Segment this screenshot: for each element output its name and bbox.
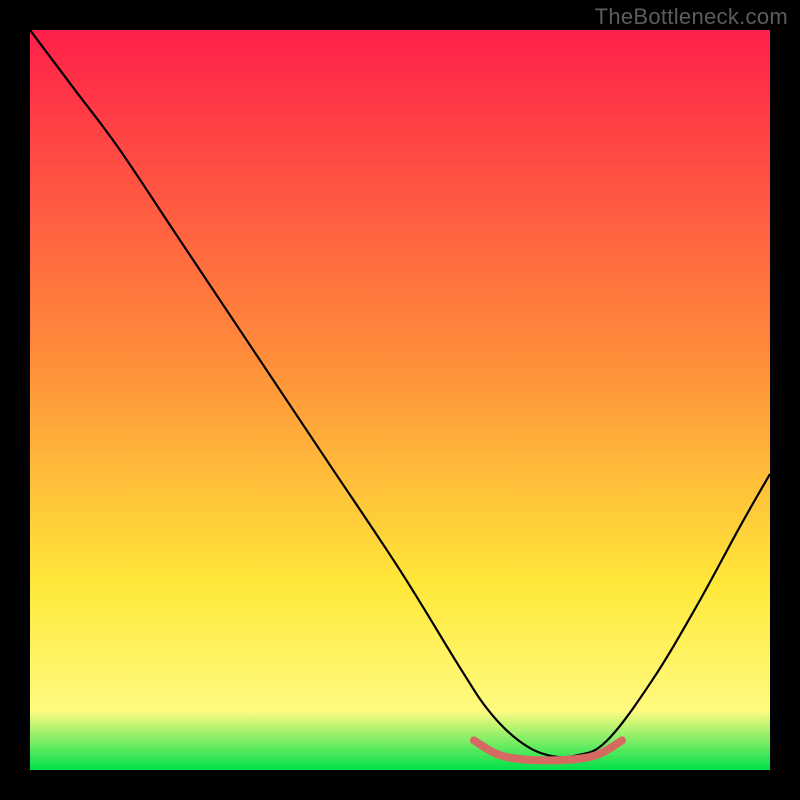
plot-area xyxy=(30,30,770,770)
gradient-background xyxy=(30,30,770,770)
chart-frame: TheBottleneck.com xyxy=(0,0,800,800)
watermark-text: TheBottleneck.com xyxy=(595,4,788,30)
chart-svg xyxy=(30,30,770,770)
